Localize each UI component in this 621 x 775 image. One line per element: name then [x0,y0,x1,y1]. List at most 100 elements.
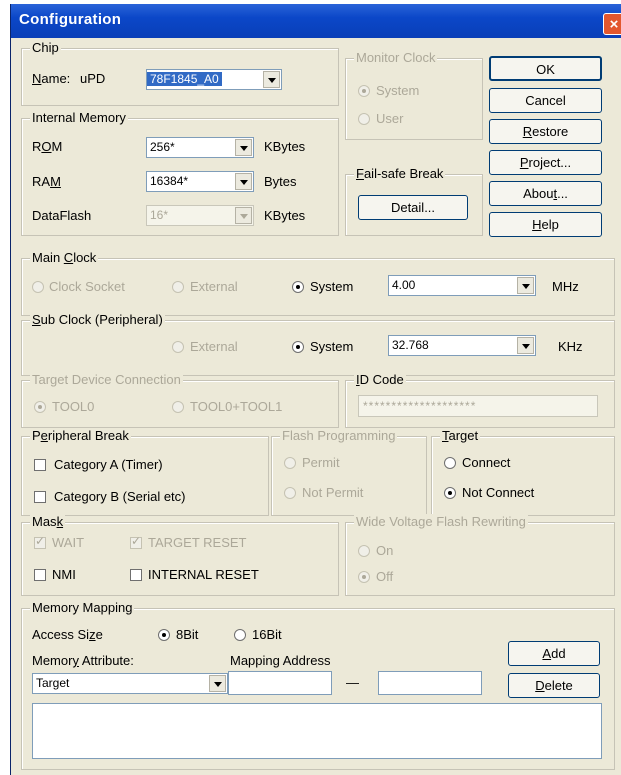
internal-memory-group-label: Internal Memory [30,110,128,125]
id-code-group: ID Code ******************** [345,372,615,428]
tool0-tool1-label: TOOL0+TOOL1 [190,399,283,414]
chip-group: Chip Name: uPD 78F1845_A0 [21,40,339,106]
main-clock-combo[interactable]: 4.00 [388,275,536,296]
chevron-down-icon[interactable] [209,675,226,692]
mask-group: Mask WAIT TARGET RESET NMI INTERNAL RESE… [21,514,339,596]
flash-programming-group-label: Flash Programming [280,428,398,443]
sub-system-label: System [310,339,354,354]
ram-value: 16384* [150,174,189,188]
main-system-radio[interactable] [292,281,304,293]
nmi-label: NMI [52,567,76,582]
address-range-dash: — [346,675,359,690]
dialog-client: Chip Name: uPD 78F1845_A0 Monitor Clock … [11,38,621,775]
ram-combo[interactable]: 16384* [146,171,254,192]
rom-value: 256* [150,140,175,154]
mapping-address-start-input[interactable] [228,671,332,695]
wide-voltage-group: Wide Voltage Flash Rewriting On Off [345,514,615,596]
memory-mapping-group: Memory Mapping Access Size 8Bit 16Bit Me… [21,600,615,770]
id-code-input[interactable]: ******************** [358,395,598,417]
chevron-down-icon[interactable] [517,337,534,354]
category-b-label: Category B (Serial etc) [54,489,186,504]
chevron-down-icon[interactable] [263,71,280,88]
monitor-clock-system-radio[interactable] [358,85,370,97]
ok-button[interactable]: OK [489,56,602,81]
about-button[interactable]: About... [489,181,602,206]
access-16bit-label: 16Bit [252,627,282,642]
memory-mapping-group-label: Memory Mapping [30,600,135,615]
chevron-down-icon[interactable] [235,139,252,156]
sub-external-radio[interactable] [172,341,184,353]
target-device-group: Target Device Connection TOOL0 TOOL0+TOO… [21,372,339,428]
flash-permit-label: Permit [302,455,340,470]
chip-name-label: Name: [32,71,71,86]
flash-permit-radio[interactable] [284,457,296,469]
main-external-label: External [190,279,238,294]
chip-name-value: 78F1845_A0 [147,72,222,86]
chip-prefix: uPD [80,71,106,86]
sub-clock-unit: KHz [558,339,583,354]
tool0-radio[interactable] [34,401,46,413]
clock-socket-radio[interactable] [32,281,44,293]
title-bar[interactable]: Configuration × [11,4,621,38]
chip-group-label: Chip [30,40,61,55]
ram-unit: Bytes [264,174,297,189]
mapping-address-end-input[interactable] [378,671,482,695]
wide-voltage-off-radio[interactable] [358,571,370,583]
chevron-down-icon[interactable] [517,277,534,294]
clock-socket-label: Clock Socket [49,279,125,294]
wide-voltage-on-radio[interactable] [358,545,370,557]
add-button[interactable]: Add [508,641,600,666]
main-system-label: System [310,279,354,294]
flash-not-permit-radio[interactable] [284,487,296,499]
access-8bit-radio[interactable] [158,629,170,641]
main-external-radio[interactable] [172,281,184,293]
access-16bit-radio[interactable] [234,629,246,641]
monitor-clock-group-label: Monitor Clock [354,50,438,65]
chevron-down-icon[interactable] [235,207,252,224]
wait-checkbox[interactable] [34,534,46,549]
category-b-checkbox[interactable] [34,491,46,503]
tool0-tool1-radio[interactable] [172,401,184,413]
project-button[interactable]: Project... [489,150,602,175]
delete-button[interactable]: Delete [508,673,600,698]
sub-clock-group-label: Sub Clock (Peripheral) [30,312,165,327]
wide-voltage-group-label: Wide Voltage Flash Rewriting [354,514,528,529]
nmi-checkbox[interactable] [34,569,46,581]
category-a-checkbox[interactable] [34,459,46,471]
restore-button[interactable]: Restore [489,119,602,144]
target-not-connect-radio[interactable] [444,487,456,499]
close-icon: × [609,16,619,33]
mapping-address-label: Mapping Address [230,653,331,668]
wide-voltage-on-label: On [376,543,394,558]
main-clock-value: 4.00 [392,278,416,292]
detail-button[interactable]: Detail... [358,195,468,220]
access-8bit-label: 8Bit [176,627,199,642]
monitor-clock-user-radio[interactable] [358,113,370,125]
sub-system-radio[interactable] [292,341,304,353]
sub-clock-group: Sub Clock (Peripheral) External System 3… [21,312,615,376]
dataflash-combo[interactable]: 16* [146,205,254,226]
cancel-button[interactable]: Cancel [489,88,602,113]
target-connect-radio[interactable] [444,457,456,469]
rom-combo[interactable]: 256* [146,137,254,158]
configuration-dialog: Configuration × Chip Name: uPD 78F1845_A… [10,4,621,775]
dataflash-unit: KBytes [264,208,306,223]
memory-attribute-combo[interactable]: Target [32,673,228,694]
dataflash-value: 16* [150,208,169,222]
internal-reset-checkbox[interactable] [130,569,142,581]
wide-voltage-off-label: Off [376,569,394,584]
target-reset-checkbox[interactable] [130,534,142,549]
target-connect-label: Connect [462,455,511,470]
chip-name-combo[interactable]: 78F1845_A0 [146,69,282,90]
sub-external-label: External [190,339,238,354]
window-title: Configuration [19,11,122,28]
help-button[interactable]: Help [489,212,602,237]
mask-group-label: Mask [30,514,66,529]
close-button[interactable]: × [603,13,621,35]
monitor-clock-group: Monitor Clock System User [345,50,483,140]
chevron-down-icon[interactable] [235,173,252,190]
sub-clock-combo[interactable]: 32.768 [388,335,536,356]
wait-label: WAIT [52,535,85,550]
failsafe-group-label: Fail-safe Break [354,166,446,181]
memory-mapping-list[interactable] [32,703,602,759]
